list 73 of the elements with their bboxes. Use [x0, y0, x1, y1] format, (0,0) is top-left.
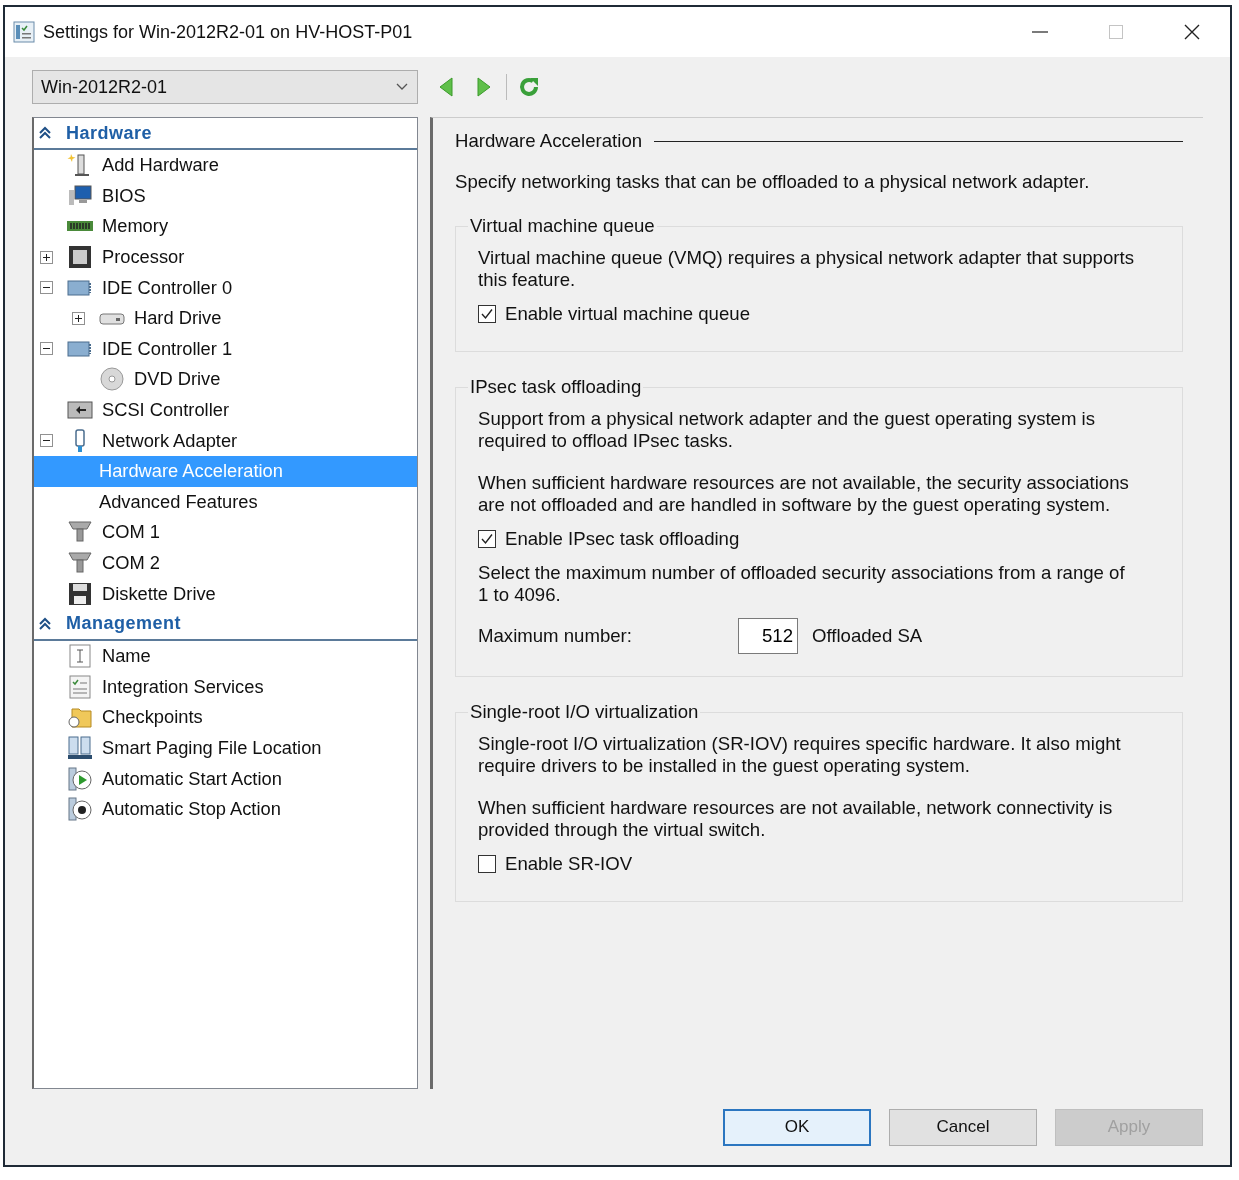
refresh-icon[interactable] — [517, 75, 541, 99]
computer-icon — [67, 183, 93, 208]
dialog-button[interactable]: Cancel — [889, 1108, 1037, 1146]
stop-icon — [67, 797, 93, 822]
tree-item[interactable]: BIOS — [34, 180, 417, 212]
description-text: When sufficient hardware resources are not available, the security associations are not offloaded and are handled in software by the guest operating system. — [478, 472, 1130, 516]
serial-port-icon — [67, 551, 93, 575]
checkbox[interactable] — [478, 855, 496, 873]
tree-item[interactable]: Integration Services — [34, 671, 417, 703]
dialog-button[interactable]: OK — [723, 1108, 871, 1146]
field-label: Maximum number: — [478, 625, 633, 647]
panel-description: Specify networking tasks that can be offloaded to a physical network adapter. — [455, 171, 1091, 193]
section-header[interactable]: Management — [66, 613, 182, 635]
tree-item[interactable]: Network Adapter — [34, 425, 417, 456]
settings-icon — [13, 21, 35, 43]
expand-icon[interactable] — [40, 250, 53, 264]
description-text: Select the maximum number of offloaded security associations from a range of 1 to 4096. — [478, 562, 1126, 606]
memory-icon — [67, 221, 93, 232]
maximize-icon — [1107, 23, 1125, 41]
description-text: Support from a physical network adapter and the guest operating system is required to offload IPsec tasks. — [478, 408, 1097, 452]
chip-icon — [67, 245, 93, 270]
number-field[interactable]: 512 — [738, 618, 798, 654]
description-text: Virtual machine queue (VMQ) requires a physical network adapter that supports this feature. — [478, 247, 1135, 291]
checkbox-label: Enable virtual machine queue — [505, 303, 750, 325]
tree-item[interactable]: COM 1 — [34, 517, 417, 548]
section-header[interactable]: Hardware — [66, 122, 153, 144]
collapse-icon[interactable] — [40, 342, 53, 356]
tree-item[interactable]: Name — [34, 640, 417, 672]
checkbox-label: Enable IPsec task offloading — [505, 528, 740, 550]
tree-item[interactable]: DVD Drive — [34, 364, 417, 395]
tree-item[interactable]: Automatic Stop Action — [34, 793, 417, 825]
tree-item[interactable]: Hard Drive — [34, 302, 417, 334]
collapse-icon[interactable] — [40, 281, 53, 295]
tree-item[interactable]: Automatic Start Action — [34, 763, 417, 794]
tree-item[interactable]: Smart Paging File Location — [34, 732, 417, 764]
tree-item[interactable]: Diskette Drive — [34, 578, 417, 609]
text-field-icon — [67, 644, 93, 669]
tree-item[interactable]: Processor — [34, 241, 417, 273]
checkbox[interactable] — [478, 305, 496, 323]
close-icon — [1183, 23, 1201, 41]
tree-item[interactable]: SCSI Controller — [34, 394, 417, 426]
serial-port-icon — [67, 520, 93, 545]
checkbox[interactable] — [478, 530, 496, 548]
tree-item[interactable]: Advanced Features — [34, 486, 417, 518]
expand-icon[interactable] — [72, 311, 85, 325]
folder-icon — [67, 705, 93, 730]
disc-icon — [99, 367, 125, 392]
window-title: Settings for Win-2012R2-01 on HV-HOST-P01 — [43, 21, 413, 43]
checkbox-label: Enable SR-IOV — [505, 853, 633, 875]
checklist-icon — [67, 674, 93, 699]
tree-item[interactable]: Checkpoints — [34, 702, 417, 733]
tree-item[interactable]: COM 2 — [34, 547, 417, 579]
group-title: Single-root I/O virtualization — [469, 701, 700, 723]
group-title: Virtual machine queue — [469, 215, 656, 237]
chevron-down-icon — [395, 82, 409, 92]
forward-icon[interactable] — [476, 76, 492, 98]
tree-item[interactable]: IDE Controller 1 — [34, 333, 417, 365]
unit-label: Offloaded SA — [812, 625, 923, 647]
panel-heading: Hardware Acceleration — [455, 130, 643, 152]
back-icon[interactable] — [438, 76, 454, 98]
collapse-icon[interactable] — [40, 434, 53, 448]
group-title: IPsec task offloading — [469, 376, 643, 398]
minimize-icon — [1032, 31, 1048, 33]
play-icon — [67, 766, 93, 791]
server-rack-icon — [67, 736, 93, 760]
collapse-icon[interactable] — [38, 126, 52, 140]
description-text: Single-root I/O virtualization (SR-IOV) requires specific hardware. It also might require drivers to be installed in the guest operating system. — [478, 733, 1122, 777]
collapse-icon[interactable] — [38, 616, 52, 631]
tree-item[interactable]: Memory — [34, 211, 417, 242]
vm-dropdown[interactable]: Win-2012R2-01 — [32, 70, 418, 104]
description-text: When sufficient hardware resources are not available, network connectivity is provided through the virtual switch. — [478, 797, 1114, 841]
tree-item[interactable]: IDE Controller 0 — [34, 272, 417, 303]
tree-item[interactable]: Add Hardware — [34, 150, 417, 181]
